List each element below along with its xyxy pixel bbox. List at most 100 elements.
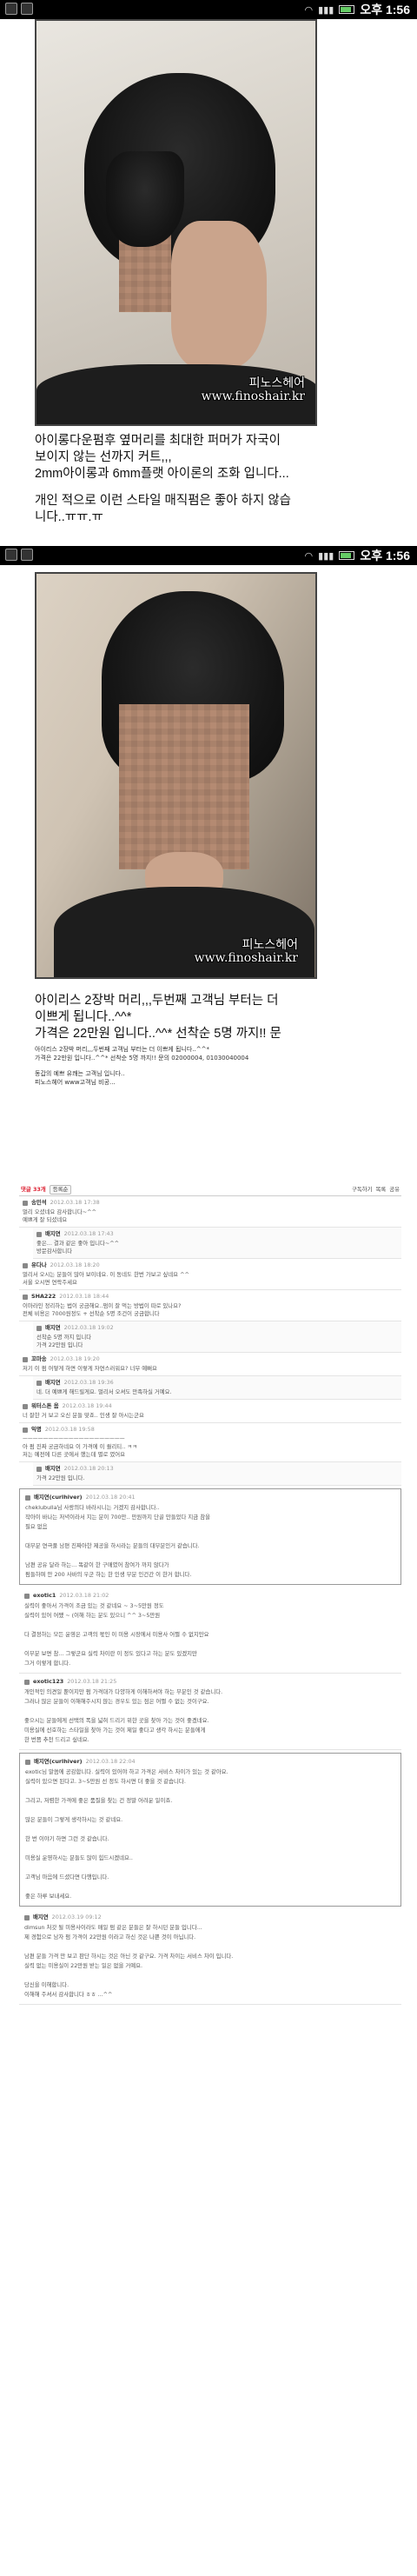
comment-body: 멀리서 오시는 분들이 많아 보이네요. 이 동네도 한번 가보고 싶네요 ^^… [23, 1271, 189, 1286]
caption-line: 아이리스 2장박 머리,,,두번째 고객님 부터는 더 [35, 994, 279, 1008]
notification-icon [5, 549, 17, 561]
comment-item: SHA222 2012.03.18 18:44 이마라인 정리하는 법이 궁금해요.… [19, 1290, 401, 1321]
comment-author[interactable]: 익명 [31, 1426, 42, 1434]
comment-author[interactable]: 배지연(curlhiver) [34, 1758, 83, 1766]
comment-body: dimsun 처갓 될 미용사이라도 매일 펌 같은 분들은 잘 하시던 분들 … [24, 1924, 234, 1998]
caption-line: 2mm아이롱과 6mm플랫 아이론의 조화 입니다... [35, 467, 289, 481]
blurred-face [119, 704, 249, 869]
comment-author[interactable]: SHA222 [31, 1293, 56, 1301]
caption-line: 가격은 22만원 입니다..^^* 선착순 5명 까지!! 문 [35, 1027, 281, 1041]
caption-line: 이쁘게 됩니다..^^* [35, 1010, 132, 1024]
caption-1: 아이롱다운펌후 옆머리를 최대한 퍼머가 자국이 보이지 않는 선까지 커트,,… [35, 433, 382, 526]
watermark: 피노스헤어 www.finoshair.kr [201, 376, 305, 403]
avatar-icon [24, 1679, 30, 1685]
notification-icon [5, 3, 17, 15]
comment-reply: 배지연 2012.03.18 19:36 네. 더 예쁘게 해드릴게요. 멀리서 오… [33, 1376, 401, 1400]
comment-date: 2012.03.18 20:41 [85, 1494, 136, 1501]
thread-comment: 배지연 2012.03.19 09:12 dimsun 처갓 될 미용사이라도 매일… [19, 1909, 401, 2005]
list-button[interactable]: 목록 [375, 1186, 386, 1194]
comment-reply: 배지연 2012.03.18 17:43 좋은... 결과 같은 좋아 입니다~^^… [33, 1228, 401, 1259]
caption-line: 아이롱다운펌후 옆머리를 최대한 퍼머가 자국이 [35, 434, 281, 448]
avatar-icon [25, 1494, 30, 1501]
caption-line: 보이지 않는 선까지 커트,,, [35, 450, 172, 464]
avatar-icon [23, 1403, 28, 1409]
avatar-icon [23, 1262, 28, 1268]
hair-photo-2: 피노스헤어 www.finoshair.kr [35, 572, 317, 979]
comment-body: 저기 이 펌 어떻게 하면 이렇게 자연스러워요? 너무 예뻐요 [23, 1365, 157, 1372]
comment-date: 2012.03.18 17:43 [63, 1230, 114, 1237]
comment-toolbar: 댓글 33개 등록순 구독하기 목록 공유 [19, 1184, 401, 1196]
side-hair [106, 151, 184, 247]
comment-item: 익명 2012.03.18 19:58 ㅡㅡㅡㅡㅡㅡㅡㅡㅡㅡㅡㅡㅡㅡㅡㅡㅡㅡㅡㅡ 아… [19, 1423, 401, 1462]
hair-photo-1: 피노스헤어 www.finoshair.kr [35, 19, 317, 426]
comment-date: 2012.03.18 18:20 [50, 1261, 100, 1268]
comment-author[interactable]: 배지연 [45, 1465, 61, 1473]
comment-author[interactable]: 꼬마송 [31, 1355, 47, 1363]
share-button[interactable]: 공유 [389, 1186, 400, 1194]
comment-reply: 배지연 2012.03.18 20:13 가격 22만원 입니다. [33, 1462, 401, 1486]
notification-icon [21, 549, 33, 561]
comment-body: 가격 22만원 입니다. [36, 1474, 85, 1481]
avatar-icon [23, 1200, 28, 1206]
comment-item: 유다나 2012.03.18 18:20 멀리서 오시는 분들이 많아 보이네요. … [19, 1259, 401, 1290]
caption-2-small: 아이리스 2장박 머리,,,두번째 고객님 부터는 더 이쁘게 됩니다..^^*… [35, 1046, 249, 1086]
sort-dropdown[interactable]: 등록순 [49, 1185, 72, 1195]
comment-author[interactable]: 송민석 [31, 1199, 47, 1207]
avatar-icon [23, 1294, 28, 1300]
watermark: 피노스헤어 www.finoshair.kr [194, 938, 298, 965]
comment-body: 선착순 5명 까지 입니다 가격 22만원 입니다 [36, 1334, 92, 1348]
comment-date: 2012.03.18 21:25 [67, 1678, 117, 1685]
shirt-shape [54, 887, 314, 977]
comment-author[interactable]: 배지연 [45, 1379, 61, 1387]
thread-comment: exotic1 2012.03.18 21:02 실력이 좋아서 가격이 조금 있는… [19, 1588, 401, 1674]
comment-author[interactable]: 워터스톤 옴 [31, 1402, 59, 1410]
avatar-icon [36, 1231, 42, 1237]
thread-list: 배지연(curlhiver) 2012.03.18 20:41 cheklubull… [19, 1488, 401, 2005]
notification-icons [5, 549, 33, 561]
comment-date: 2012.03.18 18:44 [59, 1293, 109, 1300]
status-time: 오후 1:56 [360, 3, 410, 17]
avatar-icon [36, 1466, 42, 1472]
status-bar: ◠ ▮▮▮ 오후 1:56 [0, 0, 417, 19]
comment-date: 2012.03.19 09:12 [51, 1914, 102, 1920]
comment-date: 2012.03.18 19:20 [50, 1355, 100, 1362]
comment-body: 너 잘한 거 보고 오신 분들 맞죠.. 인생 잘 아시는군요 [23, 1412, 144, 1419]
comment-item: 워터스톤 옴 2012.03.18 19:44 너 잘한 거 보고 오신 분들 맞죠… [19, 1400, 401, 1423]
comment-body: 좋은... 결과 같은 좋아 입니다~^^ 방문감사합니다 [36, 1240, 119, 1255]
comment-author[interactable]: exotic123 [33, 1678, 63, 1686]
comment-section: 댓글 33개 등록순 구독하기 목록 공유 송민석 2012.03.18 17:3… [19, 1184, 401, 2005]
comment-author[interactable]: 배지연 [45, 1324, 61, 1332]
comment-author[interactable]: 배지연 [45, 1230, 61, 1238]
notification-icons [5, 3, 33, 15]
comment-item: 꼬마송 2012.03.18 19:20 저기 이 펌 어떻게 하면 이렇게 자연스… [19, 1353, 401, 1376]
caption-line: 개인 적으로 이런 스타일 매직펌은 좋아 하지 않습 [35, 494, 291, 508]
comment-body: exotic님 말씀에 공감합니다. 실력이 있어야 하고 가격은 서비스 차이… [25, 1768, 228, 1900]
thread-comment: exotic123 2012.03.18 21:25 개인적인 의견일 뿐이지만 펌… [19, 1674, 401, 1750]
caption-line: 니다..ㅠㅠ.ㅠ [35, 510, 103, 524]
comment-date: 2012.03.18 17:38 [50, 1199, 100, 1206]
avatar-icon [24, 1593, 30, 1599]
status-bar: ◠ ▮▮▮ 오후 1:56 [0, 546, 417, 565]
comment-author[interactable]: 유다나 [31, 1261, 47, 1269]
comment-author[interactable]: 배지연(curlhiver) [34, 1494, 83, 1501]
comment-author[interactable]: exotic1 [33, 1592, 56, 1600]
comment-body: 멀리 오셨네요 감사합니다~^^ 예쁘게 잘 되셨네요 [23, 1208, 96, 1223]
comment-date: 2012.03.18 21:02 [59, 1592, 109, 1599]
comment-body: 개인적인 의견일 뿐이지만 펌 가격대가 다양하게 이해하셔야 하는 부분인 것… [24, 1688, 223, 1743]
avatar-icon [36, 1325, 42, 1331]
comment-count-tab[interactable]: 댓글 33개 [21, 1186, 46, 1194]
comment-item: 송민석 2012.03.18 17:38 멀리 오셨네요 감사합니다~^^ 예쁘게 … [19, 1196, 401, 1228]
notification-icon [21, 3, 33, 15]
comment-date: 2012.03.18 20:13 [63, 1465, 114, 1472]
battery-icon [339, 5, 355, 14]
thread-comment: 배지연(curlhiver) 2012.03.18 22:04 exotic님 말씀… [19, 1753, 401, 1907]
comment-body: 네. 더 예쁘게 해드릴게요. 멀리서 오셔도 만족하실 거예요. [36, 1388, 172, 1395]
avatar-icon [23, 1427, 28, 1433]
caption-2: 아이리스 2장박 머리,,,두번째 고객님 부터는 더 이쁘게 됩니다..^^*… [35, 993, 382, 1042]
subscribe-button[interactable]: 구독하기 [352, 1186, 373, 1194]
comment-body: 실력이 좋아서 가격이 조금 있는 것 같네요 ~ 3~5만원 정도 실력이 있… [24, 1602, 209, 1667]
avatar-icon [23, 1356, 28, 1362]
comment-date: 2012.03.18 22:04 [85, 1758, 136, 1765]
comment-author[interactable]: 배지연 [33, 1914, 49, 1921]
thread-comment: 배지연(curlhiver) 2012.03.18 20:41 cheklubull… [19, 1488, 401, 1585]
